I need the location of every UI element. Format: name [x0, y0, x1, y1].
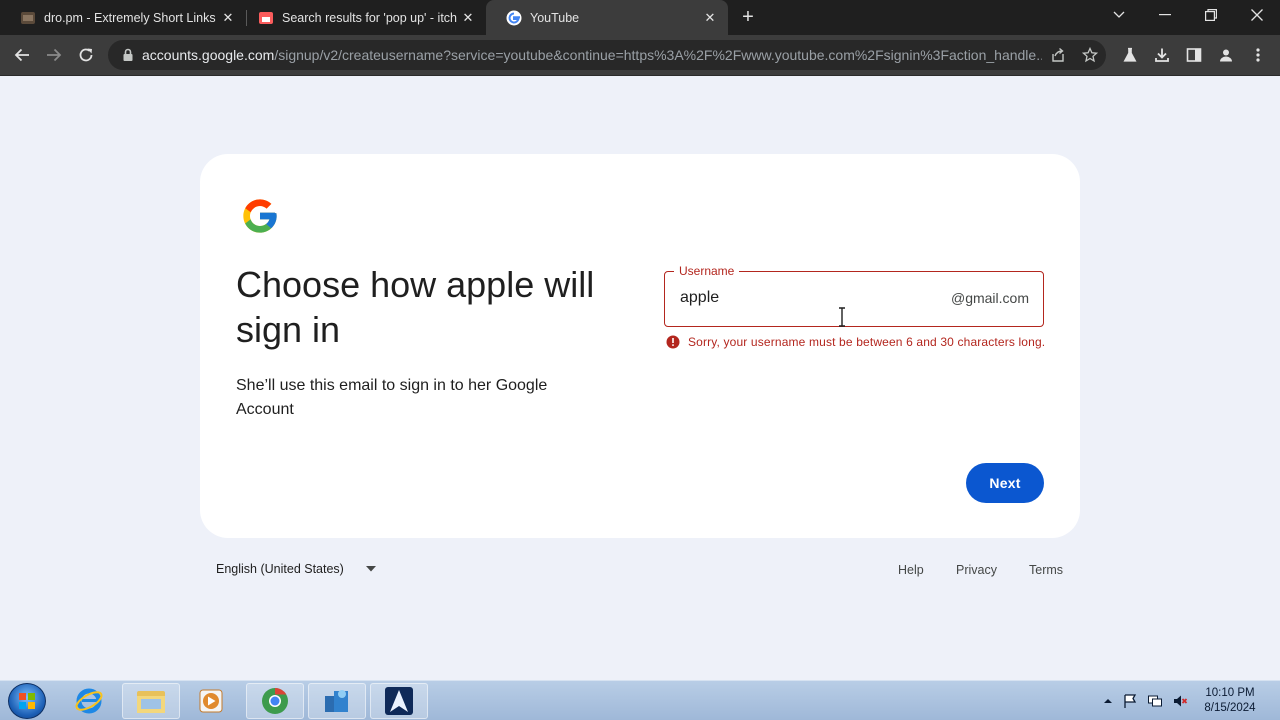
taskbar-app-arrow[interactable] — [370, 683, 428, 719]
page-title: Choose how apple will sign in — [236, 264, 595, 350]
windows-taskbar: 10:10 PM 8/15/2024 — [0, 680, 1280, 720]
error-icon — [666, 335, 680, 349]
arrow-left-icon — [14, 48, 29, 62]
start-button[interactable] — [8, 683, 46, 719]
tab-strip: dro.pm - Extremely Short Links ✕ Search … — [0, 0, 1280, 35]
url-host: accounts.google.com — [142, 47, 275, 63]
dro-favicon-icon — [21, 11, 35, 24]
browser-toolbar: accounts.google.com/signup/v2/createuser… — [0, 35, 1280, 76]
back-button[interactable] — [8, 41, 36, 69]
kebab-menu-icon — [1256, 48, 1260, 62]
username-input[interactable]: apple — [680, 289, 719, 307]
tab-close-icon[interactable]: ✕ — [700, 8, 720, 28]
taskbar-ie[interactable] — [60, 683, 118, 719]
tab-dro-pm[interactable]: dro.pm - Extremely Short Links ✕ — [0, 0, 246, 35]
star-icon — [1082, 47, 1098, 63]
username-error: Sorry, your username must be between 6 a… — [666, 334, 1046, 350]
chrome-icon — [262, 687, 288, 714]
app-blue-icon — [325, 690, 348, 712]
action-center-flag-icon[interactable] — [1122, 693, 1138, 709]
taskbar-app-blue[interactable] — [308, 683, 366, 719]
error-message: Sorry, your username must be between 6 a… — [688, 335, 1046, 349]
taskbar-explorer[interactable] — [122, 683, 180, 719]
clock-time: 10:10 PM — [1205, 687, 1255, 699]
username-field[interactable]: Username apple @gmail.com — [664, 264, 1044, 327]
network-icon[interactable] — [1147, 693, 1163, 709]
lock-icon — [123, 48, 133, 61]
profile-icon — [1220, 49, 1232, 62]
download-icon — [1155, 48, 1169, 62]
help-link[interactable]: Help — [898, 563, 924, 577]
chevron-down-icon — [1113, 11, 1125, 18]
username-label: Username — [674, 264, 740, 278]
reload-icon — [79, 48, 93, 62]
share-button[interactable] — [1044, 41, 1072, 69]
tab-close-icon[interactable]: ✕ — [458, 8, 478, 28]
text-cursor-icon — [839, 307, 845, 327]
page-subtitle: She’ll use this email to sign in to her … — [236, 377, 548, 418]
restore-icon — [1205, 9, 1217, 21]
tab-title: dro.pm - Extremely Short Links — [44, 10, 216, 25]
language-selector[interactable]: English (United States) — [216, 562, 376, 576]
menu-button[interactable] — [1244, 41, 1272, 69]
flask-icon — [1123, 47, 1137, 62]
tab-youtube[interactable]: YouTube ✕ — [486, 0, 728, 35]
downloads-button[interactable] — [1148, 41, 1176, 69]
internet-explorer-icon — [75, 688, 103, 714]
next-button[interactable]: Next — [966, 463, 1044, 503]
itch-favicon-icon — [259, 11, 273, 24]
close-window-button[interactable] — [1234, 0, 1280, 30]
privacy-link[interactable]: Privacy — [956, 563, 997, 577]
forward-button[interactable] — [40, 41, 68, 69]
signup-card: Choose how apple will sign in She’ll use… — [200, 154, 1080, 538]
language-label: English (United States) — [216, 562, 344, 576]
dropdown-arrow-icon — [365, 566, 376, 572]
share-icon — [1052, 47, 1064, 62]
tray-chevron-up-icon[interactable] — [1100, 693, 1116, 709]
minimize-icon — [1159, 14, 1171, 16]
url-path: /signup/v2/createusername?service=youtub… — [274, 47, 1042, 63]
new-tab-button[interactable]: + — [736, 5, 760, 29]
side-panel-button[interactable] — [1180, 41, 1208, 69]
minimize-button[interactable] — [1142, 0, 1188, 30]
media-player-icon — [199, 689, 223, 713]
taskbar-media-player[interactable] — [182, 683, 240, 719]
arrow-app-icon — [385, 687, 413, 715]
google-logo-icon — [243, 199, 277, 233]
tab-search-button[interactable] — [1096, 0, 1142, 30]
tab-title: YouTube — [530, 10, 580, 25]
windows-logo-icon — [19, 693, 35, 709]
address-bar[interactable]: accounts.google.com/signup/v2/createuser… — [108, 40, 1106, 70]
clock-date: 8/15/2024 — [1204, 702, 1256, 714]
terms-link[interactable]: Terms — [1029, 563, 1063, 577]
bookmark-button[interactable] — [1076, 41, 1104, 69]
gmail-suffix: @gmail.com — [950, 290, 1029, 306]
volume-muted-icon[interactable] — [1172, 693, 1188, 709]
close-icon — [1251, 9, 1263, 21]
tab-itch[interactable]: Search results for 'pop up' - itch ✕ — [238, 0, 486, 35]
folder-icon — [137, 691, 165, 713]
system-clock[interactable]: 10:10 PM 8/15/2024 — [1198, 686, 1262, 716]
side-panel-icon — [1186, 48, 1202, 62]
restore-button[interactable] — [1188, 0, 1234, 30]
tab-title: Search results for 'pop up' - itch — [282, 10, 457, 25]
reload-button[interactable] — [72, 41, 100, 69]
profile-button[interactable] — [1212, 41, 1240, 69]
labs-button[interactable] — [1116, 41, 1144, 69]
arrow-right-icon — [47, 48, 62, 62]
google-favicon-icon — [506, 10, 522, 25]
tab-close-icon[interactable]: ✕ — [218, 8, 238, 28]
taskbar-chrome[interactable] — [246, 683, 304, 719]
url-text: accounts.google.com/signup/v2/createuser… — [142, 47, 1042, 63]
